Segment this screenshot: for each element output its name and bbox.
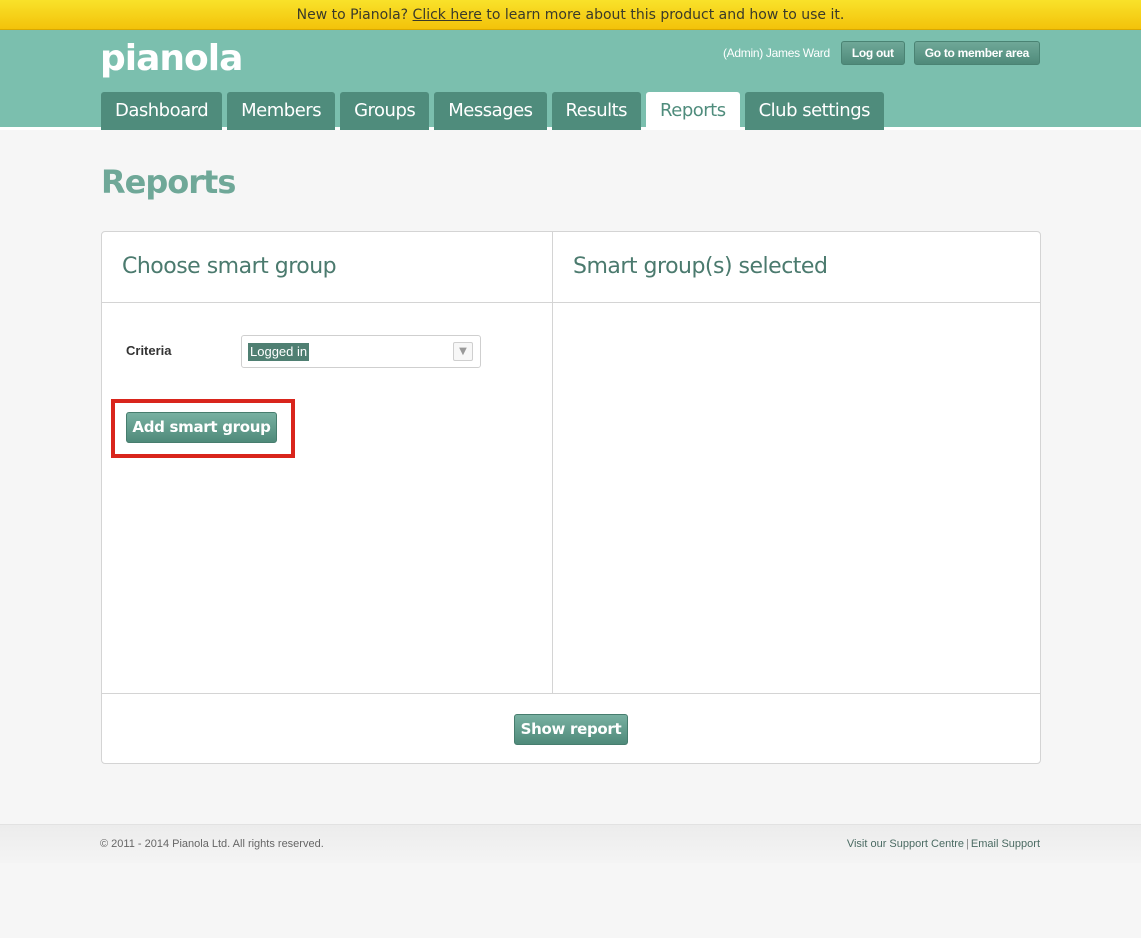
page-title: Reports: [101, 163, 236, 201]
criteria-label: Criteria: [126, 343, 172, 358]
tab-results[interactable]: Results: [551, 92, 642, 130]
smart-groups-selected-heading: Smart group(s) selected: [553, 232, 1040, 303]
choose-smart-group-column: Choose smart group Criteria Logged in ▼ …: [102, 232, 553, 693]
report-panel: Choose smart group Criteria Logged in ▼ …: [101, 231, 1041, 764]
member-area-button[interactable]: Go to member area: [913, 41, 1040, 65]
user-area: (Admin) James Ward Log out Go to member …: [723, 41, 1040, 65]
smart-groups-selected-column: Smart group(s) selected: [553, 232, 1040, 693]
header: pianola (Admin) James Ward Log out Go to…: [0, 30, 1141, 130]
tab-messages[interactable]: Messages: [434, 92, 547, 130]
user-name: (Admin) James Ward: [722, 46, 830, 60]
tab-club-settings[interactable]: Club settings: [744, 92, 884, 130]
add-smart-group-button[interactable]: Add smart group: [126, 412, 277, 443]
copyright-text: © 2011 - 2014 Pianola Ltd. All rights re…: [100, 838, 324, 850]
page-footer: © 2011 - 2014 Pianola Ltd. All rights re…: [0, 824, 1141, 863]
choose-smart-group-heading: Choose smart group: [102, 232, 552, 303]
criteria-select[interactable]: Logged in ▼: [241, 335, 481, 368]
promo-click-here-link[interactable]: Click here: [413, 7, 482, 23]
tab-dashboard[interactable]: Dashboard: [101, 92, 223, 130]
criteria-selected-value: Logged in: [248, 343, 310, 361]
panel-footer: Show report: [102, 693, 1040, 763]
logout-button[interactable]: Log out: [840, 41, 905, 65]
promo-text-prefix: New to Pianola?: [296, 7, 413, 23]
show-report-button[interactable]: Show report: [514, 714, 628, 745]
support-centre-link[interactable]: Visit our Support Centre: [847, 838, 964, 850]
tab-groups[interactable]: Groups: [340, 92, 430, 130]
pianola-logo[interactable]: pianola: [100, 38, 243, 79]
footer-links: Visit our Support Centre | Email Support: [847, 838, 1040, 850]
promo-text-suffix: to learn more about this product and how…: [481, 7, 845, 23]
chevron-down-icon: ▼: [453, 342, 473, 361]
promo-bar: New to Pianola? Click here to learn more…: [0, 0, 1141, 30]
main-nav: Dashboard Members Groups Messages Result…: [101, 92, 884, 130]
email-support-link[interactable]: Email Support: [971, 838, 1040, 850]
tab-reports[interactable]: Reports: [646, 92, 740, 130]
footer-separator: |: [966, 838, 969, 850]
tab-members[interactable]: Members: [227, 92, 336, 130]
